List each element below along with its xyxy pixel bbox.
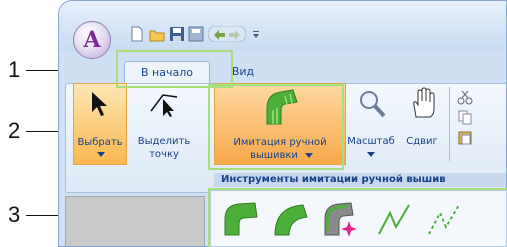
highlight-tab-home bbox=[116, 50, 233, 88]
stitch-arc-icon[interactable] bbox=[271, 201, 311, 237]
new-file-icon[interactable] bbox=[129, 26, 145, 42]
select-point-button[interactable]: Выделить точку bbox=[129, 83, 207, 165]
chevron-down-icon bbox=[97, 152, 105, 158]
save-icon[interactable] bbox=[169, 26, 185, 42]
pan-label: Сдвиг bbox=[406, 136, 438, 147]
select-point-label-line1: Выделить bbox=[137, 136, 191, 147]
paste-icon[interactable] bbox=[457, 129, 473, 145]
magnifier-icon bbox=[358, 89, 386, 119]
select-point-icon bbox=[149, 89, 179, 117]
undo-icon[interactable] bbox=[208, 26, 246, 42]
callout-3: 3 bbox=[8, 202, 21, 227]
separator bbox=[449, 87, 450, 161]
open-folder-icon[interactable] bbox=[149, 26, 165, 42]
hand-icon bbox=[410, 87, 436, 119]
stitch-fill-icon[interactable] bbox=[221, 201, 261, 237]
select-button[interactable]: Выбрать bbox=[73, 83, 127, 165]
arrow-cursor-icon bbox=[88, 90, 112, 118]
app-logo-letter: A bbox=[83, 27, 101, 53]
title-bar bbox=[59, 1, 506, 51]
select-point-label-line2: точку bbox=[149, 149, 179, 160]
zoom-label: Масштаб bbox=[347, 136, 395, 147]
line-stitch-icon[interactable] bbox=[376, 201, 412, 237]
callout-2: 2 bbox=[8, 118, 21, 143]
embroidery-tools-panel bbox=[210, 190, 507, 247]
save-as-icon[interactable] bbox=[188, 26, 204, 42]
application-button[interactable]: A bbox=[73, 21, 111, 59]
chevron-down-icon bbox=[367, 152, 375, 158]
select-label: Выбрать bbox=[77, 137, 123, 148]
zoom-button[interactable]: Масштаб bbox=[346, 83, 396, 165]
cut-icon[interactable] bbox=[457, 89, 473, 105]
highlight-embroidery-button bbox=[208, 84, 344, 170]
copy-icon[interactable] bbox=[457, 109, 473, 125]
side-panel bbox=[65, 196, 205, 246]
pan-button[interactable]: Сдвиг bbox=[398, 83, 446, 165]
dotted-line-stitch-icon[interactable] bbox=[426, 201, 462, 237]
callout-1: 1 bbox=[8, 57, 21, 82]
stitch-sparkle-icon[interactable] bbox=[321, 199, 363, 237]
ribbon-group-label: Инструменты имитации ручной вышив bbox=[221, 174, 446, 185]
quick-access-dropdown-icon[interactable] bbox=[251, 26, 261, 42]
